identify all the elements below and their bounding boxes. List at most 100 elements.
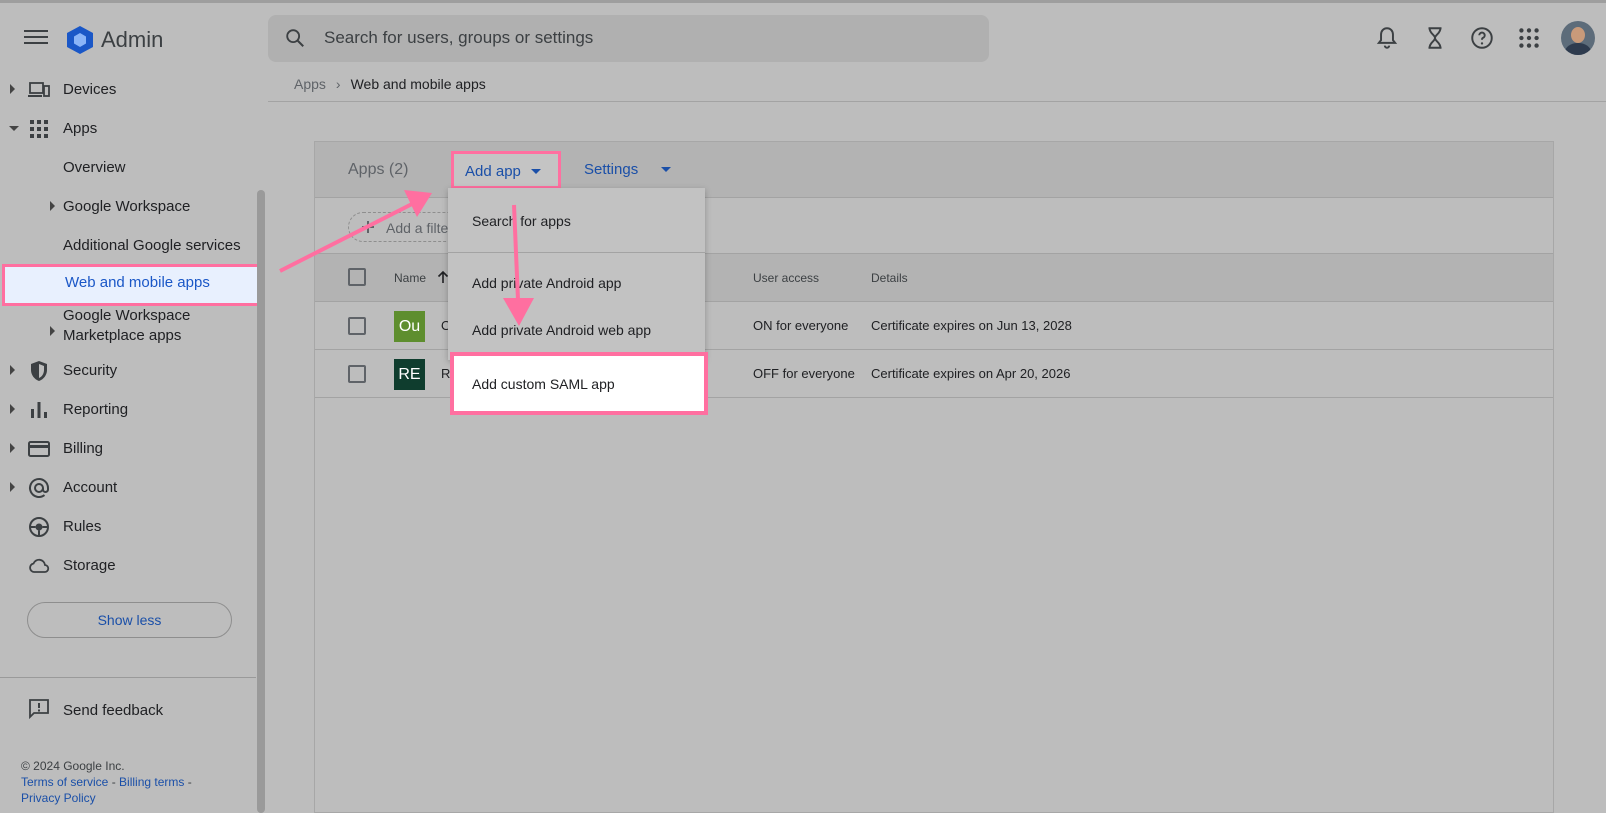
- sidebar-item-label: Additional Google services: [63, 237, 241, 254]
- collapse-caret-icon[interactable]: [9, 126, 19, 131]
- sidebar-item-billing[interactable]: Billing: [0, 431, 260, 467]
- sidebar-item-additional-services[interactable]: Additional Google services: [0, 228, 260, 264]
- add-app-dropdown-menu: Search for apps Add private Android app …: [448, 188, 705, 360]
- column-header-details[interactable]: Details: [871, 271, 908, 285]
- apps-grid-icon[interactable]: [1516, 25, 1542, 51]
- search-input[interactable]: Search for users, groups or settings: [324, 28, 593, 48]
- settings-button[interactable]: Settings: [584, 161, 671, 178]
- breadcrumb-apps-link[interactable]: Apps: [294, 76, 326, 92]
- sidebar-item-label: Web and mobile apps: [65, 274, 210, 291]
- brand-title[interactable]: Admin: [101, 27, 163, 53]
- copyright-text: © 2024 Google Inc.: [21, 759, 125, 773]
- app-logo: RE: [394, 359, 425, 390]
- column-header-user-access[interactable]: User access: [753, 271, 819, 285]
- add-app-label: Add app: [465, 163, 521, 180]
- menu-item-label: Add private Android app: [472, 275, 622, 291]
- admin-logo-icon[interactable]: [65, 25, 95, 55]
- tasks-hourglass-icon[interactable]: [1422, 25, 1448, 51]
- app-logo: Ou: [394, 311, 425, 342]
- add-app-button[interactable]: Add app: [451, 151, 561, 189]
- apps-icon: [30, 120, 48, 138]
- column-name-label: Name: [394, 271, 427, 285]
- show-less-button[interactable]: Show less: [27, 602, 232, 638]
- cloud-icon: [29, 558, 50, 573]
- row-checkbox[interactable]: [348, 317, 366, 335]
- notifications-icon[interactable]: [1374, 25, 1400, 51]
- avatar[interactable]: [1561, 21, 1595, 55]
- sidebar-item-marketplace-apps[interactable]: Google Workspace Marketplace apps: [0, 306, 260, 356]
- sidebar-item-label: Security: [63, 362, 118, 379]
- sidebar-item-label: Storage: [63, 557, 116, 574]
- expand-caret-icon[interactable]: [10, 365, 15, 375]
- link-separator: -: [184, 775, 192, 789]
- expand-caret-icon[interactable]: [10, 443, 15, 453]
- plus-icon: [362, 221, 374, 233]
- details-value: Certificate expires on Jun 13, 2028: [871, 318, 1072, 333]
- menu-item-add-private-android-web-app[interactable]: Add private Android web app: [448, 306, 705, 354]
- apps-count-title: Apps (2): [348, 161, 409, 178]
- feedback-icon: [29, 699, 49, 720]
- sidebar-item-label: Apps: [63, 120, 98, 137]
- credit-card-icon: [28, 441, 50, 457]
- sidebar-item-label: Devices: [63, 81, 117, 98]
- sidebar-item-label-line2: Marketplace apps: [63, 327, 182, 344]
- rules-icon: [29, 517, 49, 537]
- sidebar-divider: [0, 677, 256, 678]
- sidebar-item-security[interactable]: Security: [0, 353, 260, 389]
- billing-terms-link[interactable]: Billing terms: [119, 775, 184, 789]
- help-icon[interactable]: [1469, 25, 1495, 51]
- select-all-checkbox[interactable]: [348, 268, 366, 286]
- footer-legal: © 2024 Google Inc. Terms of service - Bi…: [21, 758, 192, 806]
- settings-label: Settings: [584, 161, 639, 178]
- send-feedback-button[interactable]: Send feedback: [0, 697, 256, 727]
- link-separator: -: [108, 775, 120, 789]
- send-feedback-label: Send feedback: [63, 702, 164, 719]
- sidebar: Devices Apps Overview Google Workspace A…: [0, 70, 268, 813]
- shield-icon: [31, 361, 47, 381]
- privacy-policy-link[interactable]: Privacy Policy: [21, 791, 96, 805]
- sidebar-item-web-mobile-apps[interactable]: Web and mobile apps: [2, 264, 260, 306]
- user-access-value: ON for everyone: [753, 318, 849, 333]
- at-sign-icon: [29, 477, 49, 498]
- menu-item-add-private-android-app[interactable]: Add private Android app: [448, 259, 705, 307]
- menu-item-add-custom-saml-app[interactable]: Add custom SAML app: [450, 352, 708, 415]
- sidebar-item-label: Rules: [63, 518, 102, 535]
- expand-caret-icon[interactable]: [10, 482, 15, 492]
- devices-icon: [28, 82, 50, 97]
- sidebar-item-label-line1: Google Workspace: [63, 307, 191, 324]
- expand-caret-icon[interactable]: [10, 84, 15, 94]
- sidebar-item-label: Account: [63, 479, 118, 496]
- sidebar-item-reporting[interactable]: Reporting: [0, 392, 260, 428]
- sidebar-item-google-workspace[interactable]: Google Workspace: [0, 189, 260, 225]
- terms-of-service-link[interactable]: Terms of service: [21, 775, 108, 789]
- sidebar-item-storage[interactable]: Storage: [0, 548, 260, 584]
- sidebar-item-devices[interactable]: Devices: [0, 72, 260, 108]
- app-name[interactable]: R: [441, 366, 450, 381]
- sidebar-item-overview[interactable]: Overview: [0, 150, 260, 186]
- menu-icon[interactable]: [24, 27, 48, 47]
- breadcrumb: Apps › Web and mobile apps: [294, 76, 486, 92]
- user-access-value: OFF for everyone: [753, 366, 855, 381]
- search-icon: [286, 29, 304, 47]
- sidebar-item-label: Google Workspace Marketplace apps: [63, 306, 190, 346]
- chevron-down-icon: [531, 169, 541, 174]
- expand-caret-icon[interactable]: [50, 201, 55, 211]
- search-bar[interactable]: Search for users, groups or settings: [268, 15, 989, 62]
- column-header-name[interactable]: Name: [394, 270, 449, 285]
- breadcrumb-current: Web and mobile apps: [350, 76, 486, 92]
- sidebar-item-account[interactable]: Account: [0, 470, 260, 506]
- row-checkbox[interactable]: [348, 365, 366, 383]
- sidebar-item-apps[interactable]: Apps: [0, 111, 260, 147]
- chevron-down-icon: [661, 167, 671, 172]
- top-bar: Admin Search for users, groups or settin…: [0, 0, 1606, 70]
- expand-caret-icon[interactable]: [50, 326, 55, 336]
- menu-item-label: Add private Android web app: [472, 322, 652, 338]
- sidebar-scrollbar[interactable]: [257, 190, 265, 813]
- breadcrumb-divider: [268, 101, 1606, 102]
- expand-caret-icon[interactable]: [10, 404, 15, 414]
- sidebar-item-label: Reporting: [63, 401, 129, 418]
- menu-item-search-for-apps[interactable]: Search for apps: [448, 197, 705, 245]
- sidebar-item-rules[interactable]: Rules: [0, 509, 260, 545]
- menu-divider: [448, 252, 705, 253]
- menu-item-label: Add custom SAML app: [472, 376, 615, 392]
